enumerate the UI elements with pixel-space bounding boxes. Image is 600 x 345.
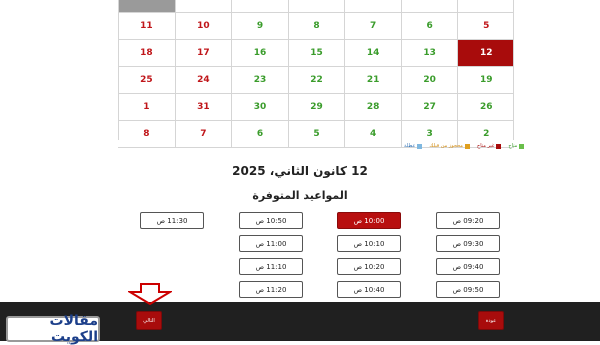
calendar-day[interactable]: 13	[400, 40, 458, 66]
calendar-day[interactable]: 31	[174, 94, 232, 120]
calendar-day[interactable]: 6	[231, 121, 288, 147]
calendar-day[interactable]: 28	[344, 94, 401, 120]
calendar-row: 12 13 14 15 16 17 18	[118, 40, 514, 67]
calendar-row	[118, 0, 514, 13]
legend-label: عطلة	[404, 143, 416, 149]
calendar-day[interactable]: 15	[287, 40, 345, 66]
legend-label: محجوز من قبلك	[429, 143, 463, 149]
time-slot[interactable]: 11:00 ص	[239, 235, 303, 252]
calendar-day[interactable]: 5	[287, 121, 345, 147]
time-slot[interactable]: 09:40 ص	[436, 258, 500, 275]
calendar-day[interactable]: 25	[118, 67, 175, 93]
calendar-day[interactable]: 7	[174, 121, 232, 147]
calendar-day[interactable]: 11	[118, 13, 175, 39]
calendar-grid: 5 6 7 8 9 10 11 12 13 14 15 16 17 18 19 20 21 22 23 24 25 26 2…	[118, 0, 514, 148]
calendar-day[interactable]: 14	[344, 40, 401, 66]
calendar-day[interactable]: 24	[174, 67, 232, 93]
time-slot[interactable]: 10:50 ص	[239, 212, 303, 229]
available-slots-heading: المواعيد المتوفرة	[252, 189, 348, 202]
time-slot[interactable]: 11:20 ص	[239, 281, 303, 298]
calendar-day[interactable]: 7	[344, 13, 401, 39]
calendar-day	[231, 0, 288, 12]
legend-label: غير متاح	[476, 143, 495, 149]
selected-date-title: 12 كانون الثاني، 2025	[232, 164, 368, 178]
calendar-day[interactable]: 4	[344, 121, 401, 147]
calendar-day[interactable]: 1	[118, 94, 175, 120]
calendar-day[interactable]: 27	[400, 94, 458, 120]
calendar-row: 5 6 7 8 9 10 11	[118, 13, 514, 40]
calendar-day[interactable]: 20	[400, 67, 458, 93]
calendar-day[interactable]: 19	[457, 67, 514, 93]
calendar-row: 26 27 28 29 30 31 1	[118, 94, 514, 121]
calendar-day[interactable]: 5	[457, 13, 514, 39]
legend-item: محجوز من قبلك	[429, 143, 470, 149]
calendar-day[interactable]: 12	[457, 40, 514, 66]
calendar-day	[174, 0, 232, 12]
back-button[interactable]: عودة	[478, 311, 504, 330]
calendar-day[interactable]: 17	[174, 40, 232, 66]
time-slot[interactable]: 11:10 ص	[239, 258, 303, 275]
calendar-day[interactable]: 18	[118, 40, 175, 66]
arrow-down-icon	[128, 283, 172, 305]
calendar-day[interactable]: 16	[231, 40, 288, 66]
legend-item: غير متاح	[476, 143, 502, 149]
time-slot[interactable]: 10:20 ص	[337, 258, 401, 275]
time-slot[interactable]: 09:30 ص	[436, 235, 500, 252]
calendar-row: 19 20 21 22 23 24 25	[118, 67, 514, 94]
calendar-day[interactable]: 8	[118, 121, 175, 147]
calendar-day	[400, 0, 458, 12]
legend-item: متاح	[508, 143, 525, 149]
time-slot[interactable]: 10:10 ص	[337, 235, 401, 252]
calendar-day[interactable]: 29	[287, 94, 345, 120]
legend-swatch	[417, 143, 423, 149]
calendar-day	[287, 0, 345, 12]
site-watermark: مقالات الكويت	[6, 313, 100, 345]
calendar-day	[344, 0, 401, 12]
legend-item: عطلة	[404, 143, 423, 149]
legend-swatch	[464, 143, 470, 149]
calendar-day	[457, 0, 514, 12]
calendar-day[interactable]: 10	[174, 13, 232, 39]
time-slot[interactable]: 09:50 ص	[436, 281, 500, 298]
calendar-day[interactable]: 23	[231, 67, 288, 93]
time-slot[interactable]: 10:40 ص	[337, 281, 401, 298]
calendar-day[interactable]: 9	[231, 13, 288, 39]
time-slot[interactable]: 11:30 ص	[140, 212, 204, 229]
calendar-day[interactable]: 8	[287, 13, 345, 39]
calendar-day[interactable]: 26	[457, 94, 514, 120]
legend-label: متاح	[508, 143, 518, 149]
calendar-day[interactable]: 21	[344, 67, 401, 93]
legend-swatch	[519, 143, 525, 149]
next-button[interactable]: التالي	[136, 311, 162, 330]
legend-swatch	[496, 143, 502, 149]
legend: متاح غير متاح محجوز من قبلك عطلة	[404, 143, 525, 149]
time-slot-selected[interactable]: 10:00 ص	[337, 212, 401, 229]
calendar-day	[118, 0, 175, 12]
calendar-day[interactable]: 22	[287, 67, 345, 93]
calendar-day[interactable]: 6	[400, 13, 458, 39]
calendar-day[interactable]: 30	[231, 94, 288, 120]
time-slot[interactable]: 09:20 ص	[436, 212, 500, 229]
